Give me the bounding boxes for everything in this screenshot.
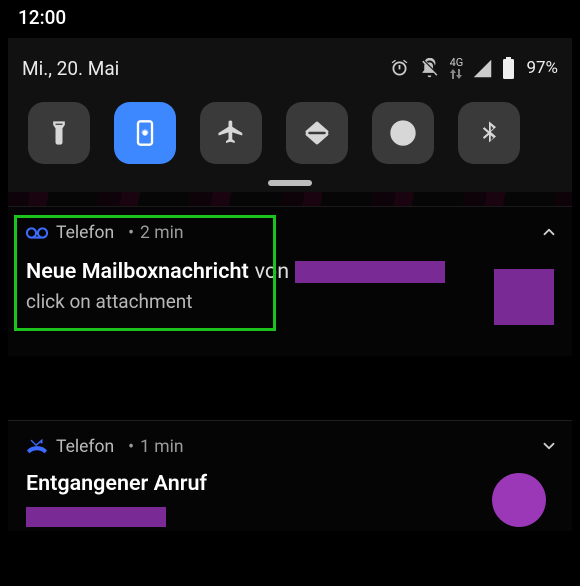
status-icons: 4G 97%	[389, 57, 558, 79]
quick-settings-panel: Mi., 20. Mai 4G 97%	[8, 38, 572, 192]
panel-separator	[8, 192, 572, 206]
notification-header: Telefon 2 min	[26, 223, 554, 243]
tile-phone-settings[interactable]	[114, 102, 176, 164]
collapse-button[interactable]	[540, 223, 558, 245]
notification-voicemail[interactable]: Telefon 2 min Neue Mailboxnachricht von …	[8, 206, 572, 356]
tile-do-not-disturb[interactable]	[372, 102, 434, 164]
tile-sync[interactable]	[286, 102, 348, 164]
alarm-icon	[389, 58, 410, 79]
notification-title: Neue Mailboxnachricht von	[26, 259, 554, 284]
notification-title-mid: von	[255, 259, 289, 284]
signal-icon	[472, 58, 493, 79]
chevron-up-icon	[540, 223, 558, 241]
notification-app-name: Telefon	[56, 223, 114, 243]
notification-time: 1 min	[122, 437, 183, 457]
panel-drag-handle[interactable]	[268, 180, 312, 186]
redacted-caller-name	[295, 261, 445, 283]
notification-title-prefix: Neue Mailboxnachricht	[26, 259, 249, 284]
notification-title: Entgangener Anruf	[26, 471, 554, 496]
redacted-caller-name	[26, 507, 166, 527]
voicemail-icon	[26, 226, 48, 240]
phone-screen: 12:00 Mi., 20. Mai 4G 97%	[0, 0, 580, 586]
notification-missed-call[interactable]: Telefon 1 min Entgangener Anruf	[8, 420, 572, 531]
notification-title-text: Entgangener Anruf	[26, 471, 207, 496]
notification-time: 2 min	[122, 223, 183, 243]
contact-avatar	[494, 269, 554, 325]
expand-button[interactable]	[540, 437, 558, 459]
mute-icon	[419, 58, 440, 79]
tile-bluetooth[interactable]	[458, 102, 520, 164]
notification-subtitle: click on attachment	[26, 290, 554, 313]
tile-airplane-mode[interactable]	[200, 102, 262, 164]
network-indicator: 4G	[449, 58, 463, 79]
battery-percentage: 97%	[526, 58, 558, 78]
battery-icon	[502, 57, 515, 79]
data-arrows-icon	[449, 69, 463, 79]
quick-settings-tiles	[22, 88, 558, 176]
missed-call-icon	[26, 438, 48, 456]
chevron-down-icon	[540, 437, 558, 455]
date-label: Mi., 20. Mai	[22, 57, 119, 80]
tile-flashlight[interactable]	[28, 102, 90, 164]
contact-avatar	[492, 473, 546, 527]
network-label: 4G	[450, 58, 464, 68]
clock: 12:00	[18, 6, 66, 29]
notification-header: Telefon 1 min	[26, 437, 554, 457]
quick-settings-header: Mi., 20. Mai 4G 97%	[22, 48, 558, 88]
status-bar: 12:00	[0, 0, 580, 34]
notification-app-name: Telefon	[56, 437, 114, 457]
